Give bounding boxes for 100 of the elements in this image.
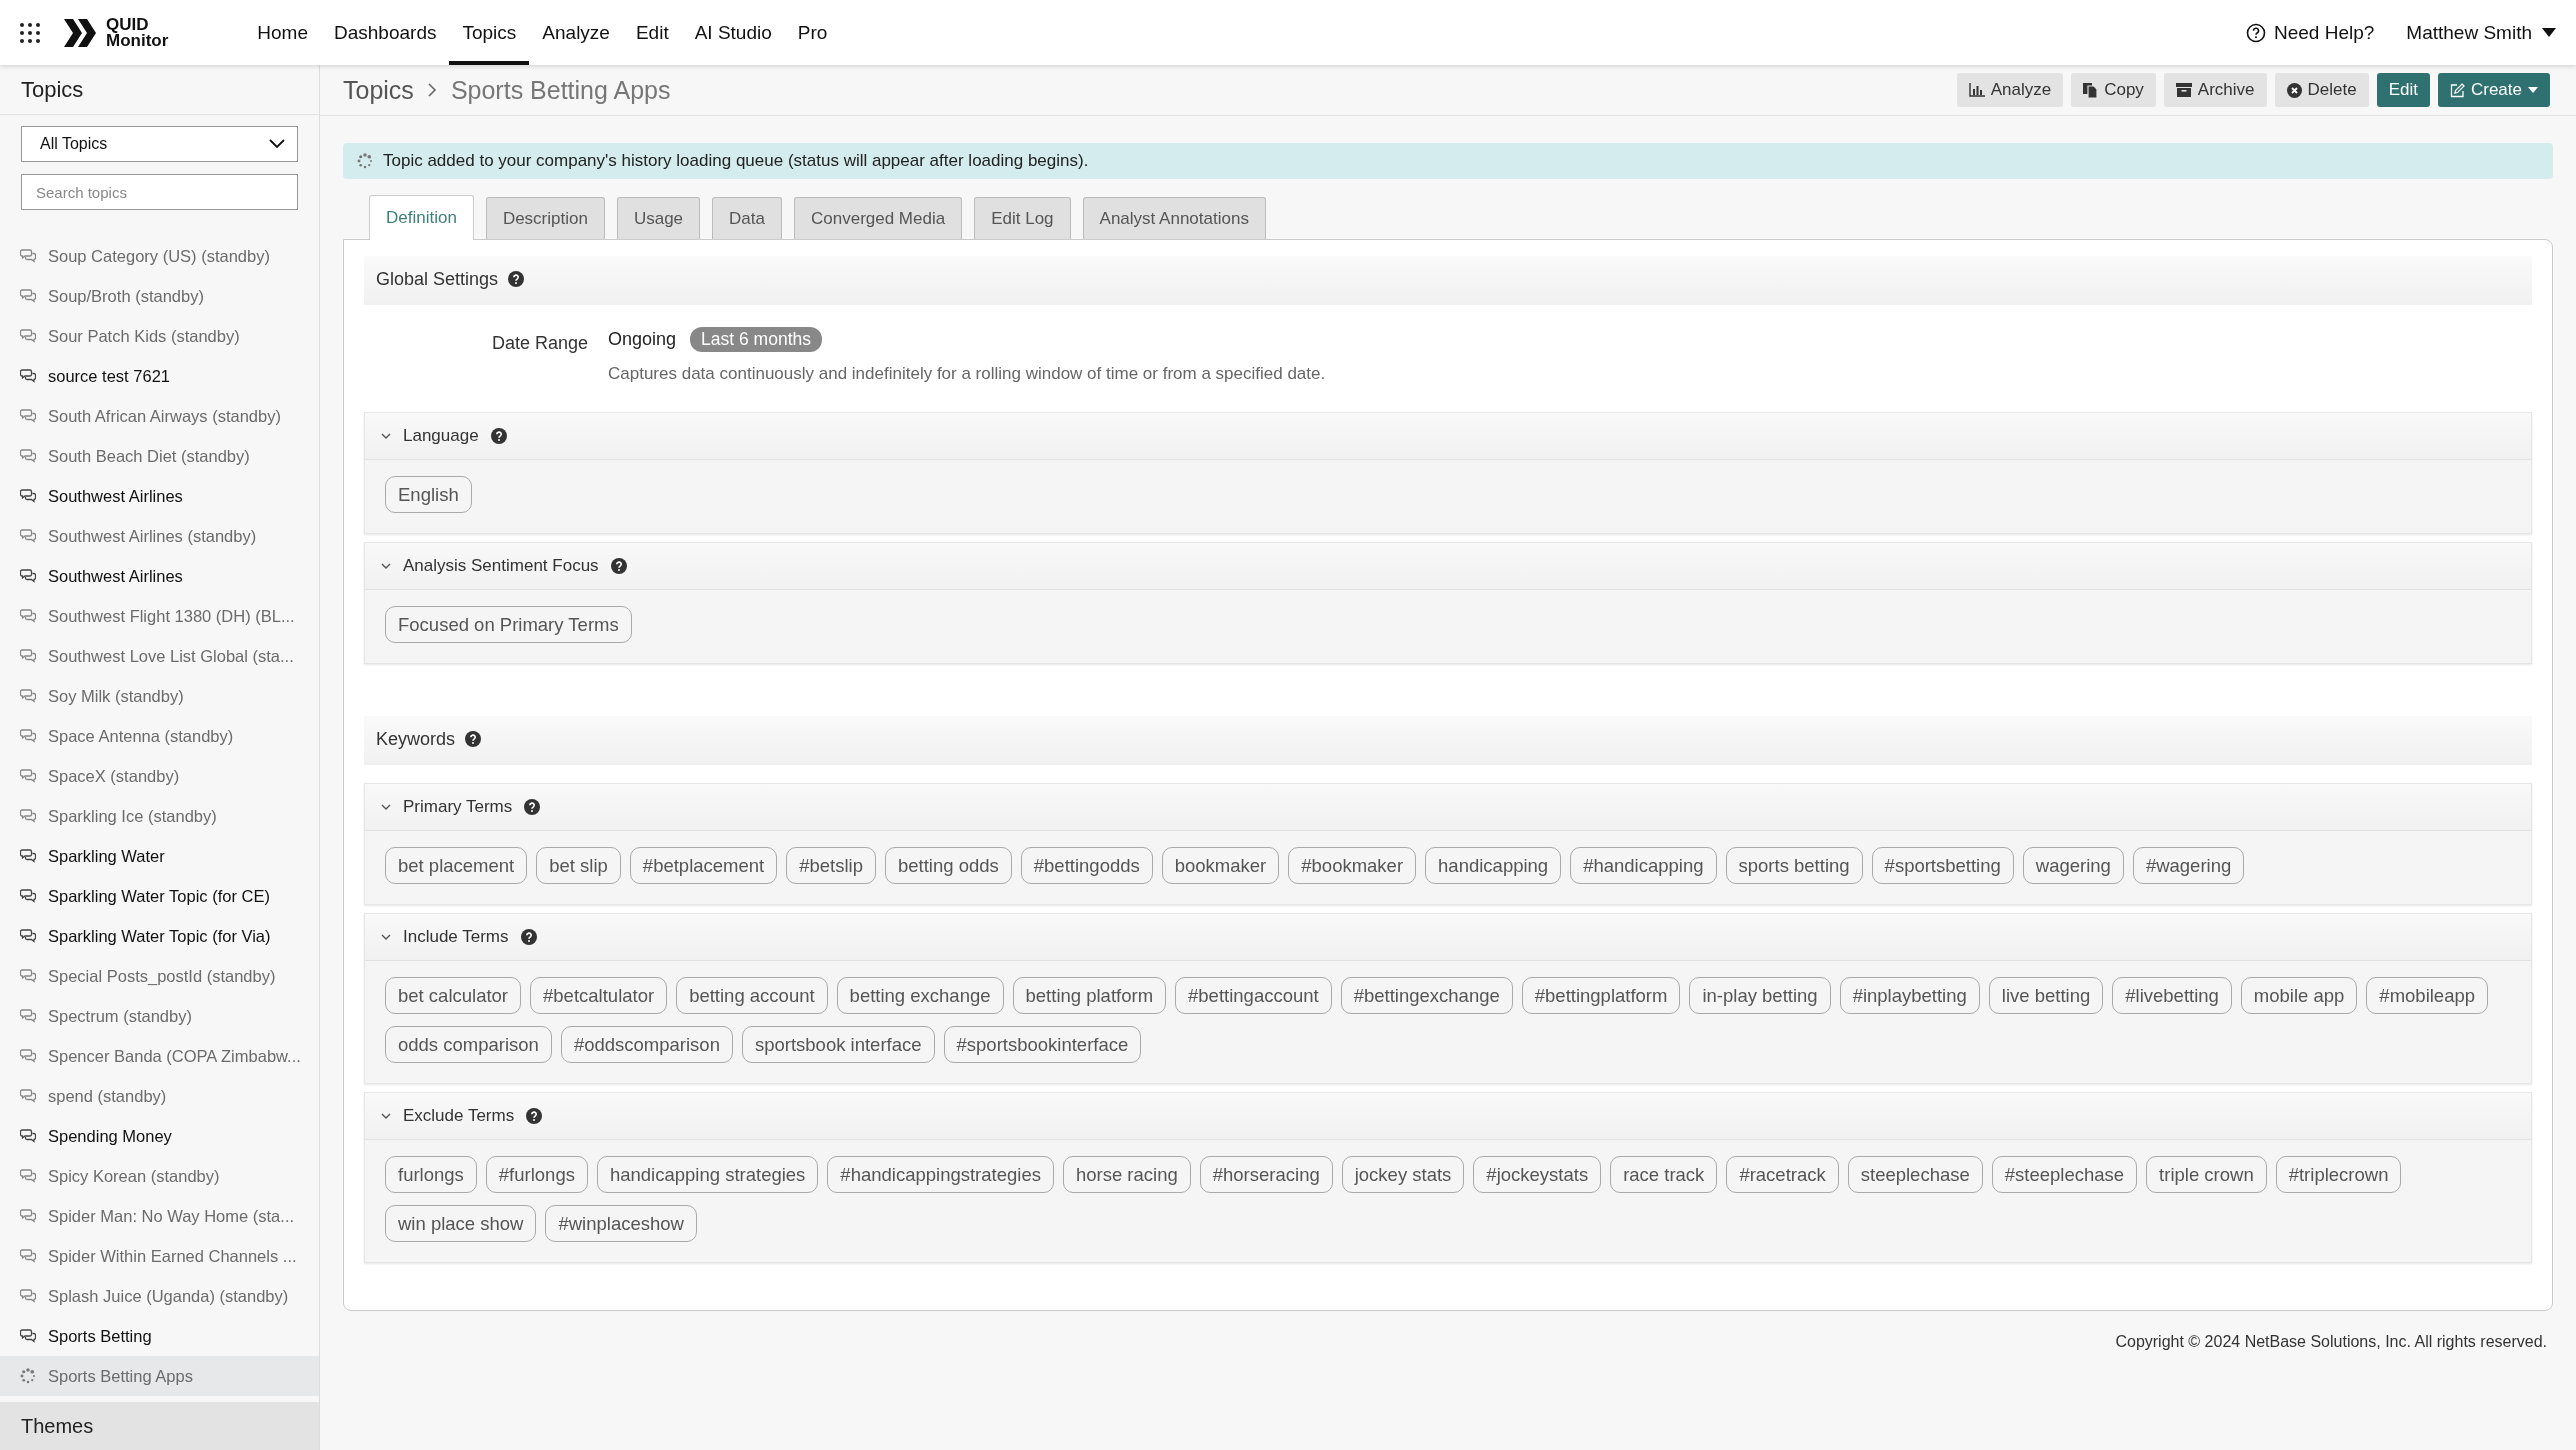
term-tag: betting platform	[1012, 977, 1167, 1014]
topic-item[interactable]: Sour Patch Kids (standby)	[0, 316, 319, 356]
topic-item[interactable]: Sparkling Water Topic (for Via)	[0, 916, 319, 956]
chat-bubbles-icon	[20, 769, 36, 783]
tab[interactable]: Data	[712, 197, 782, 239]
topic-item[interactable]: Soup Category (US) (standby)	[0, 236, 319, 276]
tab[interactable]: Definition	[369, 195, 474, 240]
section-title: Analysis Sentiment Focus	[403, 556, 599, 576]
topic-item[interactable]: Sparkling Water Topic (for CE)	[0, 876, 319, 916]
chevron-down-icon	[269, 139, 285, 149]
help-icon[interactable]	[610, 558, 627, 574]
help-icon[interactable]	[520, 929, 537, 945]
term-tag: #steeplechase	[1991, 1156, 2138, 1193]
term-tag: #livebetting	[2112, 977, 2232, 1014]
tab[interactable]: Edit Log	[974, 197, 1071, 239]
term-tag: betting odds	[885, 847, 1012, 884]
chevron-down-icon[interactable]	[381, 802, 391, 812]
tab[interactable]: Converged Media	[794, 197, 963, 239]
search-field[interactable]: Search topics	[21, 174, 298, 210]
term-tag: #bettingodds	[1020, 847, 1153, 884]
action-button[interactable]: Edit	[2376, 73, 2430, 107]
chat-bubbles-icon	[20, 1089, 36, 1103]
chat-bubbles-icon	[20, 849, 36, 863]
term-tag: #bettingplatform	[1521, 977, 1681, 1014]
action-button[interactable]: Archive	[2163, 73, 2267, 107]
topic-item[interactable]: Spider Man: No Way Home (sta...	[0, 1196, 319, 1236]
topic-item[interactable]: SpaceX (standby)	[0, 756, 319, 796]
chevron-down-icon[interactable]	[381, 1111, 391, 1121]
term-tag: #triplecrown	[2275, 1156, 2402, 1193]
topic-item[interactable]: South Beach Diet (standby)	[0, 436, 319, 476]
topic-item[interactable]: South African Airways (standby)	[0, 396, 319, 436]
topic-item[interactable]: spend (standby)	[0, 1076, 319, 1116]
chevron-down-icon[interactable]	[381, 561, 391, 571]
topic-item[interactable]: Sparkling Ice (standby)	[0, 796, 319, 836]
topic-item[interactable]: Southwest Love List Global (sta...	[0, 636, 319, 676]
nav-tab[interactable]: AI Studio	[681, 0, 785, 65]
topic-item[interactable]: Sports Betting	[0, 1316, 319, 1356]
chat-bubbles-icon	[20, 289, 36, 303]
term-tag: jockey stats	[1341, 1156, 1465, 1193]
help-icon[interactable]	[508, 271, 525, 287]
help-icon[interactable]	[490, 428, 507, 444]
topic-item[interactable]: Southwest Airlines	[0, 476, 319, 516]
help-link[interactable]: Need Help?	[2246, 21, 2375, 44]
user-menu[interactable]: Matthew Smith	[2406, 21, 2556, 44]
tab[interactable]: Analyst Annotations	[1082, 197, 1266, 239]
nav-tab[interactable]: Analyze	[529, 0, 623, 65]
tab[interactable]: Description	[485, 197, 605, 239]
topic-item[interactable]: Special Posts_postId (standby)	[0, 956, 319, 996]
term-tag: #bettingaccount	[1175, 977, 1332, 1014]
create-dropdown-button[interactable]: Create	[2437, 73, 2550, 107]
term-tag: #bettingexchange	[1340, 977, 1513, 1014]
topic-item[interactable]: Spider Within Earned Channels ...	[0, 1236, 319, 1276]
chat-bubbles-icon	[20, 889, 36, 903]
term-tag: in-play betting	[1689, 977, 1831, 1014]
chat-bubbles-icon	[20, 529, 36, 543]
topic-item[interactable]: Spencer Banda (COPA Zimbabw...	[0, 1036, 319, 1076]
nav-tab[interactable]: Pro	[784, 0, 841, 65]
action-button[interactable]: Delete	[2274, 73, 2369, 107]
topic-item[interactable]: Southwest Airlines (standby)	[0, 516, 319, 556]
topic-item[interactable]: Soy Milk (standby)	[0, 676, 319, 716]
tab[interactable]: Usage	[616, 197, 701, 239]
topic-filter-dropdown[interactable]: All Topics	[21, 126, 298, 162]
topic-item[interactable]: source test 7621	[0, 356, 319, 396]
nav-tab[interactable]: Dashboards	[321, 0, 450, 65]
topic-item[interactable]: Sports Betting Apps	[0, 1356, 319, 1396]
chevron-down-icon[interactable]	[381, 431, 391, 441]
brand-name: Monitor	[106, 32, 169, 49]
term-tag: #betcaltulator	[530, 977, 668, 1014]
nav-tab[interactable]: Edit	[622, 0, 682, 65]
help-icon[interactable]	[524, 799, 541, 815]
app-grid-icon[interactable]	[20, 22, 40, 43]
term-tag: #wagering	[2132, 847, 2245, 884]
breadcrumb-link[interactable]: Topics	[343, 75, 414, 105]
chat-bubbles-icon	[20, 689, 36, 703]
chat-bubbles-icon	[20, 929, 36, 943]
action-button[interactable]: Copy	[2071, 73, 2156, 107]
topic-item[interactable]: Splash Juice (Uganda) (standby)	[0, 1276, 319, 1316]
topic-item[interactable]: Spicy Korean (standby)	[0, 1156, 319, 1196]
topic-item[interactable]: Spectrum (standby)	[0, 996, 319, 1036]
term-tag: horse racing	[1062, 1156, 1191, 1193]
topic-item[interactable]: Soup/Broth (standby)	[0, 276, 319, 316]
action-button[interactable]: Analyze	[1956, 73, 2064, 107]
term-tag: #sportsbetting	[1871, 847, 2014, 884]
topic-item[interactable]: Sparkling Water	[0, 836, 319, 876]
page-title: Sports Betting Apps	[450, 75, 671, 105]
topic-item[interactable]: Spending Money	[0, 1116, 319, 1156]
term-tag: furlongs	[385, 1156, 477, 1193]
help-icon[interactable]	[526, 1108, 543, 1124]
caret-icon	[2542, 28, 2556, 37]
topic-item[interactable]: Southwest Airlines	[0, 556, 319, 596]
chevron-down-icon[interactable]	[381, 932, 391, 942]
topic-item[interactable]: Southwest Flight 1380 (DH) (BL...	[0, 596, 319, 636]
nav-tab[interactable]: Topics	[449, 0, 530, 65]
term-tag: live betting	[1988, 977, 2104, 1014]
nav-tab[interactable]: Home	[244, 0, 321, 65]
themes-section[interactable]: Themes	[0, 1402, 319, 1450]
topic-item[interactable]: Space Antenna (standby)	[0, 716, 319, 756]
term-tag: Focused on Primary Terms	[385, 606, 632, 643]
help-icon[interactable]	[465, 731, 482, 747]
term-tag: #oddscomparison	[560, 1026, 733, 1063]
